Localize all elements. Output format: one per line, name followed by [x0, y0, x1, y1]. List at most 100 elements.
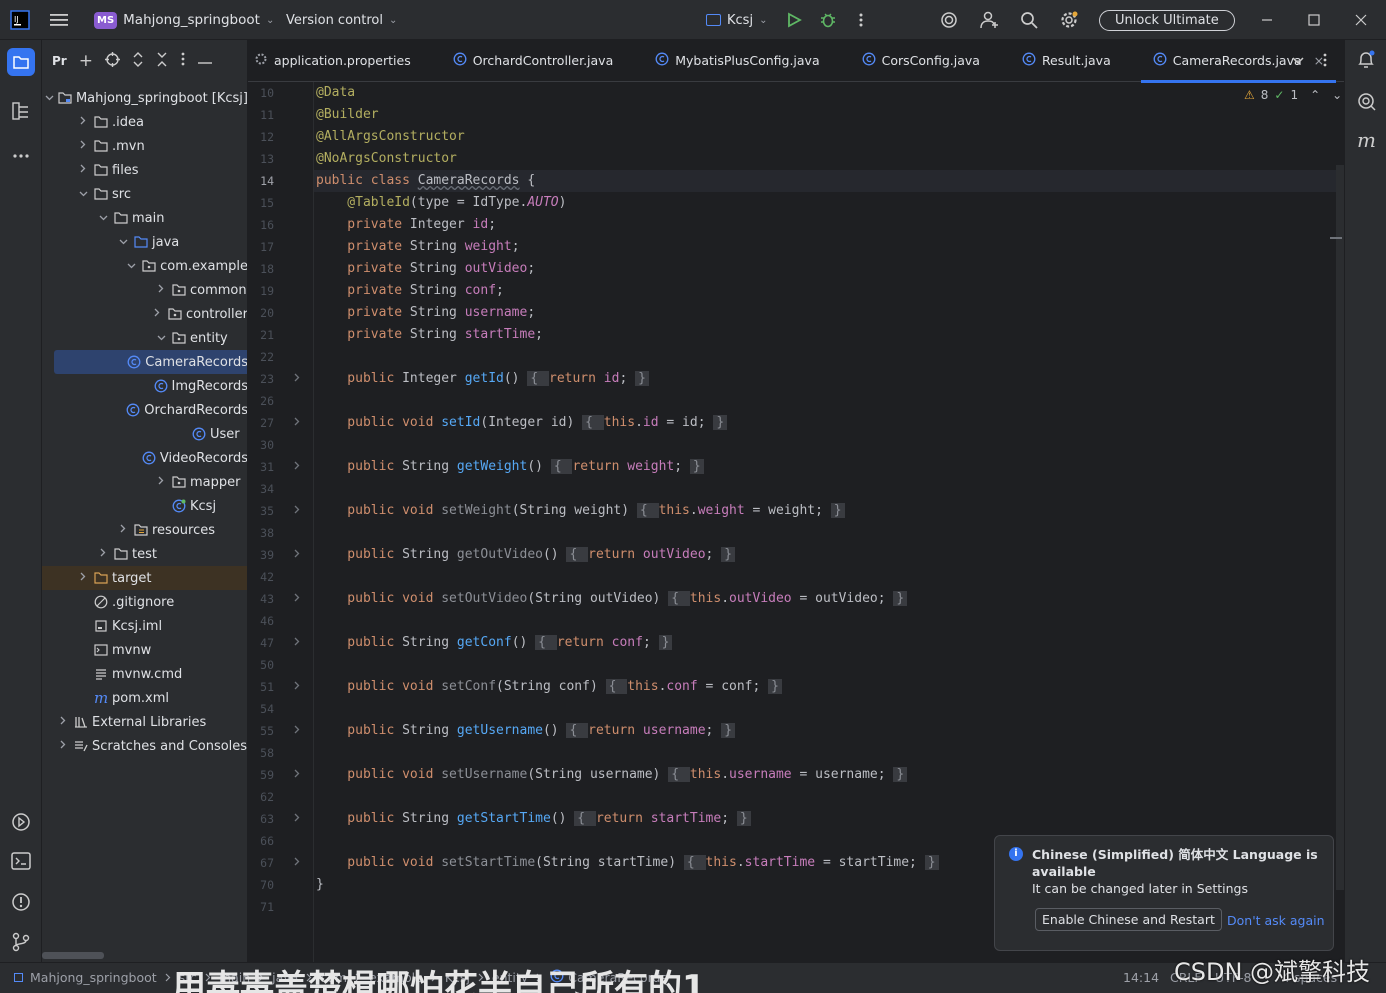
editor-tab[interactable]: OrchardController.java: [441, 40, 626, 82]
tree-item[interactable]: Kcsj.iml: [42, 614, 247, 638]
fold-chevron-icon[interactable]: [294, 505, 300, 517]
chevron-right-icon[interactable]: [116, 524, 130, 536]
debug-icon[interactable]: [819, 0, 837, 40]
run-config-selector[interactable]: Kcsj ⌄: [706, 0, 767, 40]
enable-chinese-button[interactable]: Enable Chinese and Restart: [1035, 908, 1222, 931]
tree-item[interactable]: mvnw: [42, 638, 247, 662]
settings-gear-icon[interactable]: [1059, 0, 1079, 40]
tree-item[interactable]: .gitignore: [42, 590, 247, 614]
editor-tab[interactable]: application.properties: [248, 40, 423, 82]
chevron-right-icon[interactable]: [150, 308, 164, 320]
close-icon[interactable]: [1355, 0, 1367, 40]
tab-options-icon[interactable]: [1322, 53, 1328, 71]
tree-item[interactable]: External Libraries: [42, 710, 247, 734]
editor-tab[interactable]: MybatisPlusConfig.java: [643, 40, 831, 82]
horizontal-scrollbar[interactable]: [42, 952, 104, 959]
fold-chevron-icon[interactable]: [294, 857, 300, 869]
terminal-tool-icon[interactable]: [11, 852, 31, 874]
tree-item[interactable]: common: [42, 278, 247, 302]
tree-item[interactable]: main: [42, 206, 247, 230]
tree-item[interactable]: resources: [42, 518, 247, 542]
tree-item[interactable]: mvnw.cmd: [42, 662, 247, 686]
expand-all-icon[interactable]: [132, 51, 144, 71]
add-user-icon[interactable]: [980, 0, 1000, 40]
minimize-icon[interactable]: [1261, 0, 1273, 40]
tree-item[interactable]: Scratches and Consoles: [42, 734, 247, 758]
chevron-right-icon[interactable]: [76, 572, 90, 584]
maven-tool-icon[interactable]: m: [1357, 128, 1376, 152]
dont-ask-again-link[interactable]: Don't ask again: [1227, 913, 1325, 928]
chevron-down-icon[interactable]: [116, 237, 130, 248]
chevron-right-icon[interactable]: [154, 284, 168, 296]
git-tool-icon[interactable]: [12, 932, 30, 956]
fold-chevron-icon[interactable]: [294, 769, 300, 781]
panel-options-icon[interactable]: [180, 52, 186, 70]
ai-assistant-icon[interactable]: [940, 0, 958, 40]
version-control-menu[interactable]: Version control ⌄: [286, 0, 397, 40]
tree-item[interactable]: Kcsj: [42, 494, 247, 518]
editor-tab[interactable]: CorsConfig.java: [850, 40, 992, 82]
fold-chevron-icon[interactable]: [294, 593, 300, 605]
caret-position[interactable]: 14:14: [1123, 970, 1159, 985]
breadcrumb-item[interactable]: Mahjong_springboot: [30, 970, 157, 985]
structure-tool-icon[interactable]: [12, 102, 30, 124]
run-icon[interactable]: [786, 0, 802, 40]
project-selector[interactable]: MS Mahjong_springboot ⌄: [94, 0, 274, 40]
tree-item[interactable]: entity: [42, 326, 247, 350]
intellij-logo-icon[interactable]: IJ: [10, 0, 30, 40]
tree-item[interactable]: com.example: [42, 254, 247, 278]
tree-item[interactable]: ImgRecords: [42, 374, 247, 398]
collapse-all-icon[interactable]: [156, 52, 168, 71]
project-tool-icon[interactable]: [7, 48, 35, 76]
tree-item[interactable]: .idea: [42, 110, 247, 134]
problems-tool-icon[interactable]: [11, 892, 31, 916]
chevron-right-icon[interactable]: [96, 548, 110, 560]
fold-chevron-icon[interactable]: [294, 725, 300, 737]
fold-chevron-icon[interactable]: [294, 373, 300, 385]
tree-item[interactable]: files: [42, 158, 247, 182]
fold-chevron-icon[interactable]: [294, 637, 300, 649]
hide-panel-icon[interactable]: [197, 54, 212, 69]
services-tool-icon[interactable]: [11, 812, 31, 836]
chevron-right-icon[interactable]: [56, 716, 70, 728]
inspection-widget[interactable]: ⚠ 8 ✓ 1 ⌃ ⌄: [1244, 88, 1342, 102]
locate-icon[interactable]: [104, 51, 120, 71]
vertical-scrollbar[interactable]: [1336, 165, 1344, 890]
tree-item[interactable]: VideoRecords: [42, 446, 247, 470]
next-highlight-icon[interactable]: ⌄: [1332, 88, 1342, 102]
chevron-right-icon[interactable]: [76, 140, 90, 152]
maximize-icon[interactable]: [1308, 0, 1320, 40]
prev-highlight-icon[interactable]: ⌃: [1310, 88, 1320, 102]
main-menu-icon[interactable]: [50, 0, 70, 40]
tree-item[interactable]: User: [42, 422, 247, 446]
fold-chevron-icon[interactable]: [294, 461, 300, 473]
chevron-right-icon[interactable]: [154, 476, 168, 488]
chevron-right-icon[interactable]: [76, 164, 90, 176]
chevron-down-icon[interactable]: [125, 261, 138, 272]
chevron-right-icon[interactable]: [56, 740, 70, 752]
tree-item[interactable]: mapper: [42, 470, 247, 494]
editor-tab[interactable]: CameraRecords.java ×: [1140, 40, 1337, 83]
fold-chevron-icon[interactable]: [294, 417, 300, 429]
unlock-ultimate-button[interactable]: Unlock Ultimate: [1099, 0, 1235, 40]
chevron-down-icon[interactable]: [45, 93, 54, 104]
search-icon[interactable]: [1020, 0, 1038, 40]
tree-item[interactable]: CameraRecords: [54, 350, 247, 374]
tree-item[interactable]: controller: [42, 302, 247, 326]
tree-item[interactable]: .mvn: [42, 134, 247, 158]
tree-item[interactable]: src: [42, 182, 247, 206]
fold-chevron-icon[interactable]: [294, 549, 300, 561]
notifications-icon[interactable]: [1357, 50, 1375, 74]
tree-item[interactable]: m pom.xml: [42, 686, 247, 710]
tree-item[interactable]: test: [42, 542, 247, 566]
code-editor[interactable]: @Data @Builder @AllArgsConstructor @NoArgsC…: [316, 82, 1336, 962]
tab-list-chevron-icon[interactable]: [1292, 54, 1304, 69]
add-icon[interactable]: +: [79, 51, 93, 71]
tree-item[interactable]: Mahjong_springboot [Kcsj]: [42, 86, 247, 110]
more-tools-icon[interactable]: [12, 148, 30, 163]
tree-item[interactable]: target: [42, 566, 247, 590]
fold-chevron-icon[interactable]: [294, 681, 300, 693]
chevron-down-icon[interactable]: [154, 333, 168, 344]
chevron-down-icon[interactable]: [96, 213, 110, 224]
more-actions-icon[interactable]: [856, 0, 866, 40]
